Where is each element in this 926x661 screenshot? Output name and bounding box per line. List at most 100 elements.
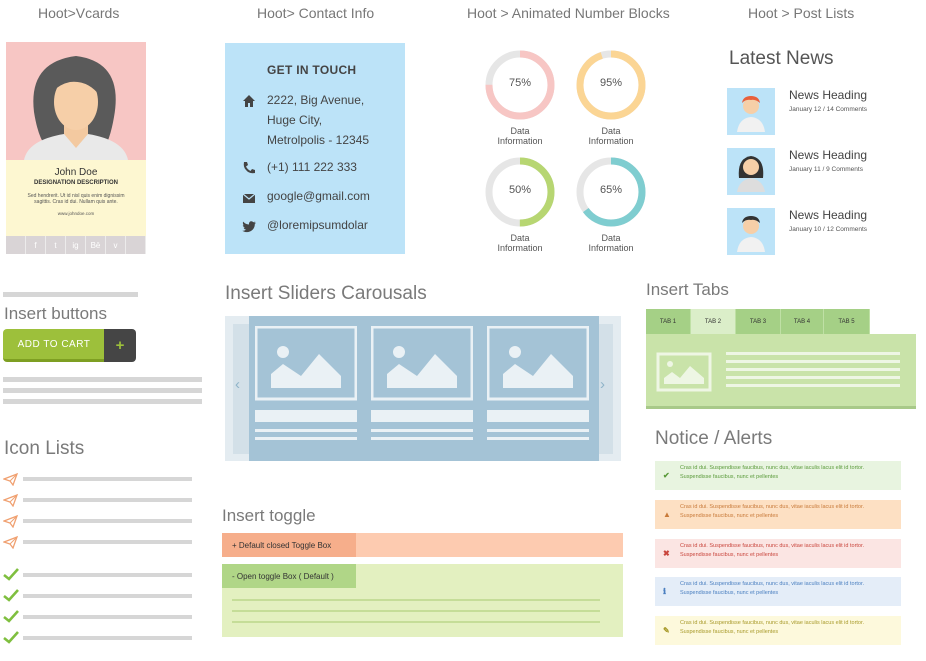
list-item-line [23,615,192,619]
vcard-designation: DESIGNATION DESCRIPTION [34,180,118,186]
section-title-posts: Hoot > Post Lists [748,5,855,21]
add-to-cart-button[interactable]: ADD TO CART [3,329,105,362]
news-meta: January 12 / 14 Comments [789,106,868,113]
slide-2[interactable] [370,325,474,455]
news-heading[interactable]: News Heading [789,88,867,102]
contact-address-line-1: 2222, Big Avenue, [267,93,365,107]
news-meta: January 10 / 12 Comments [789,226,868,233]
section-title-contact: Hoot> Contact Info [257,5,375,21]
placeholder-line [3,388,202,393]
section-title-toggle: Insert toggle [222,506,316,525]
toggle-open-header[interactable]: - Open toggle Box ( Default ) [222,564,356,588]
news-thumbnail[interactable] [727,148,775,195]
warning-icon: ▲ [663,510,671,519]
alert-text: Cras id dui. Suspendisse faucibus, nunc … [680,581,865,587]
avatar [24,56,128,160]
tab-1[interactable]: TAB 1 [646,309,691,334]
alert-text: Suspendisse faucibus, nunc et pellentes [680,629,779,635]
number-block: 95% Data Information [575,49,647,146]
list-item-line [23,636,192,640]
check-icon [3,631,19,649]
list-item-line [23,477,192,481]
tab-5[interactable]: TAB 5 [824,309,870,334]
alert-text: Cras id dui. Suspendisse faucibus, nunc … [680,504,865,510]
tab-panel [646,334,916,406]
list-item-line [23,594,192,598]
tab-2[interactable]: TAB 2 [691,309,736,334]
alert-note: ✎ Cras id dui. Suspendisse faucibus, nunc… [655,616,901,645]
alert-text: Suspendisse faucibus, nunc et pellentes [680,474,779,480]
tab-4[interactable]: TAB 4 [781,309,824,334]
vcard: John Doe DESIGNATION DESCRIPTION Sed hen… [6,42,146,254]
paper-plane-icon [2,493,19,512]
number-block: 50% Data Information [484,156,556,253]
paper-plane-icon [2,472,19,491]
twitter-icon[interactable]: t [46,236,66,254]
news-item[interactable]: News Heading January 12 / 14 Comments [727,88,867,135]
list-item-line [23,540,192,544]
contact-address-line-3: Metrolpolis - 12345 [267,133,370,147]
ring-percent: 65% [599,184,623,196]
social-blank [6,236,26,254]
slider-carousel: ‹ › [225,316,621,461]
vcard-website[interactable]: www.johndoe.com [6,211,146,216]
news-title: Latest News [729,48,834,69]
contact-heading: GET IN TOUCH [267,63,357,77]
phone-icon [243,162,255,174]
plus-button[interactable]: + [104,329,136,362]
placeholder-line [232,621,600,623]
toggle-closed[interactable]: + Default closed Toggle Box [222,533,623,557]
toggle-closed-header[interactable]: + Default closed Toggle Box [222,533,356,557]
alert-text: Cras id dui. Suspendisse faucibus, nunc … [680,465,865,471]
vcard-name: John Doe [54,167,98,178]
number-block: 65% Data Information [575,156,647,253]
alert-text: Suspendisse faucibus, nunc et pellentes [680,590,779,596]
news-item[interactable]: News Heading January 10 / 12 Comments [727,208,867,255]
section-title-notice: Notice / Alerts [655,428,773,449]
number-block: 75% Data Information [484,49,556,146]
ring-caption: Data Information [497,233,543,253]
news-heading[interactable]: News Heading [789,148,867,162]
alert-info: ℹ Cras id dui. Suspendisse faucibus, nunc… [655,577,901,606]
alert-text: Suspendisse faucibus, nunc et pellentes [680,513,779,519]
news-meta: January 11 / 9 Comments [789,166,863,173]
info-icon: ℹ [663,587,667,596]
vcard-social-bar: f t ig Bē v [6,236,146,254]
alert-success: ✔ Cras id dui. Suspendisse faucibus, nunc… [655,461,901,490]
home-icon [243,95,255,107]
alert-text: Suspendisse faucibus, nunc et pellentes [680,552,779,558]
placeholder-line [3,292,138,297]
vcard-info: John Doe DESIGNATION DESCRIPTION Sed hen… [6,160,146,236]
slide-3[interactable] [486,325,590,455]
contact-twitter[interactable]: @loremipsumdolar [267,215,368,235]
chevron-left-icon[interactable]: ‹ [235,376,240,393]
list-item-line [23,573,192,577]
vimeo-icon[interactable]: v [106,236,126,254]
contact-email[interactable]: google@gmail.com [267,186,370,206]
pencil-icon: ✎ [663,626,670,635]
vcard-description: Sed hendrerit. Ut id nisl quis enim dign… [27,193,125,205]
contact-phone[interactable]: (+1) 111 222 333 [267,157,357,177]
behance-icon[interactable]: Bē [86,236,106,254]
ring-caption: Data Information [588,233,634,253]
news-item[interactable]: News Heading January 11 / 9 Comments [727,148,867,195]
check-icon [3,589,19,607]
list-item-line [23,498,192,502]
check-icon [3,610,19,628]
placeholder-line [3,399,202,404]
instagram-icon[interactable]: ig [66,236,86,254]
tab-3[interactable]: TAB 3 [736,309,781,334]
contact-card: GET IN TOUCH 2222, Big Avenue, Huge City… [225,43,405,254]
news-thumbnail[interactable] [727,88,775,135]
section-title-icon-lists: Icon Lists [4,438,85,459]
news-heading[interactable]: News Heading [789,208,867,222]
facebook-icon[interactable]: f [26,236,46,254]
ring-percent: 50% [508,184,532,196]
alert-text: Cras id dui. Suspendisse faucibus, nunc … [680,620,865,626]
contact-address-line-2: Huge City, [267,113,323,127]
section-title-vcards: Hoot>Vcards [38,5,120,21]
chevron-right-icon[interactable]: › [600,376,605,393]
news-thumbnail[interactable] [727,208,775,255]
slide-1[interactable] [254,325,358,455]
twitter-icon [242,221,256,233]
